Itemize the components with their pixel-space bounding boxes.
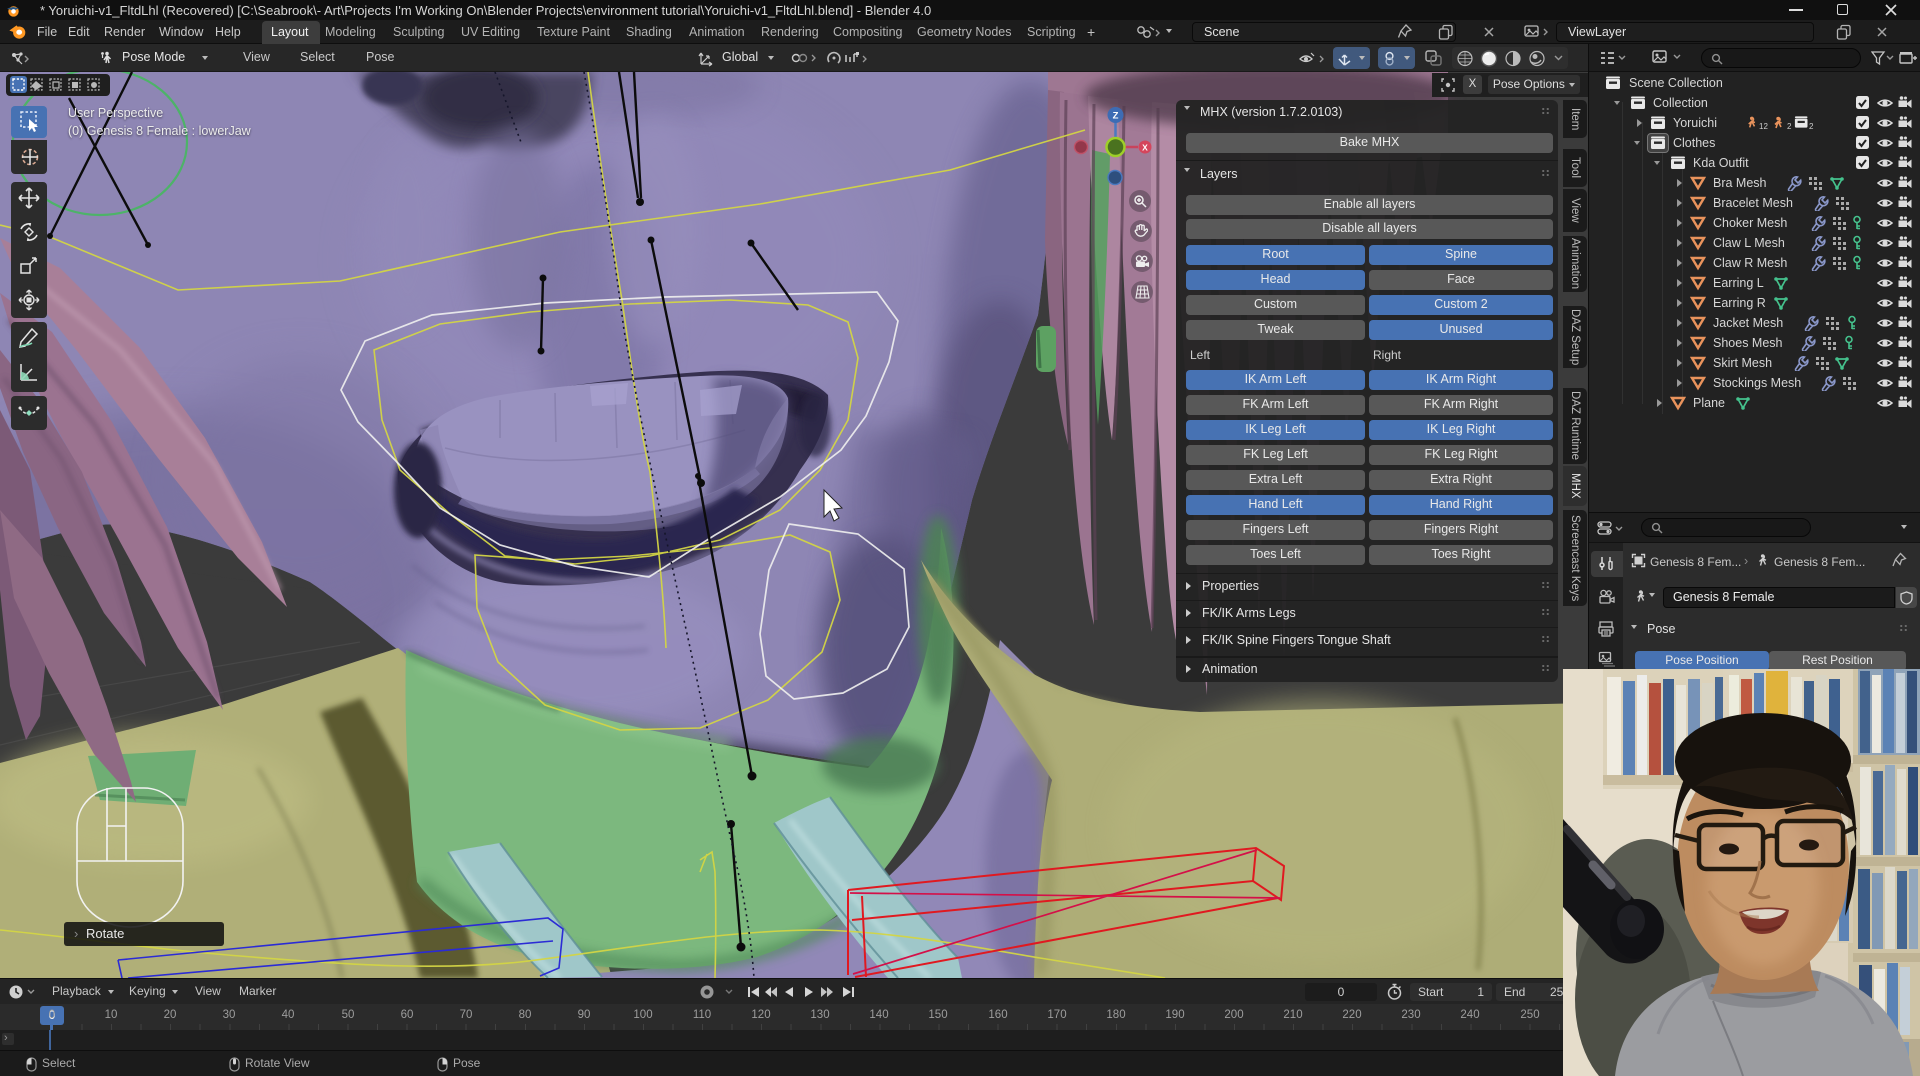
svg-text:Z: Z: [1113, 111, 1119, 122]
svg-text:2: 2: [1787, 122, 1792, 131]
svg-text:X: X: [1142, 143, 1148, 153]
svg-text:2: 2: [1809, 122, 1814, 131]
svg-text:12: 12: [1759, 122, 1768, 131]
